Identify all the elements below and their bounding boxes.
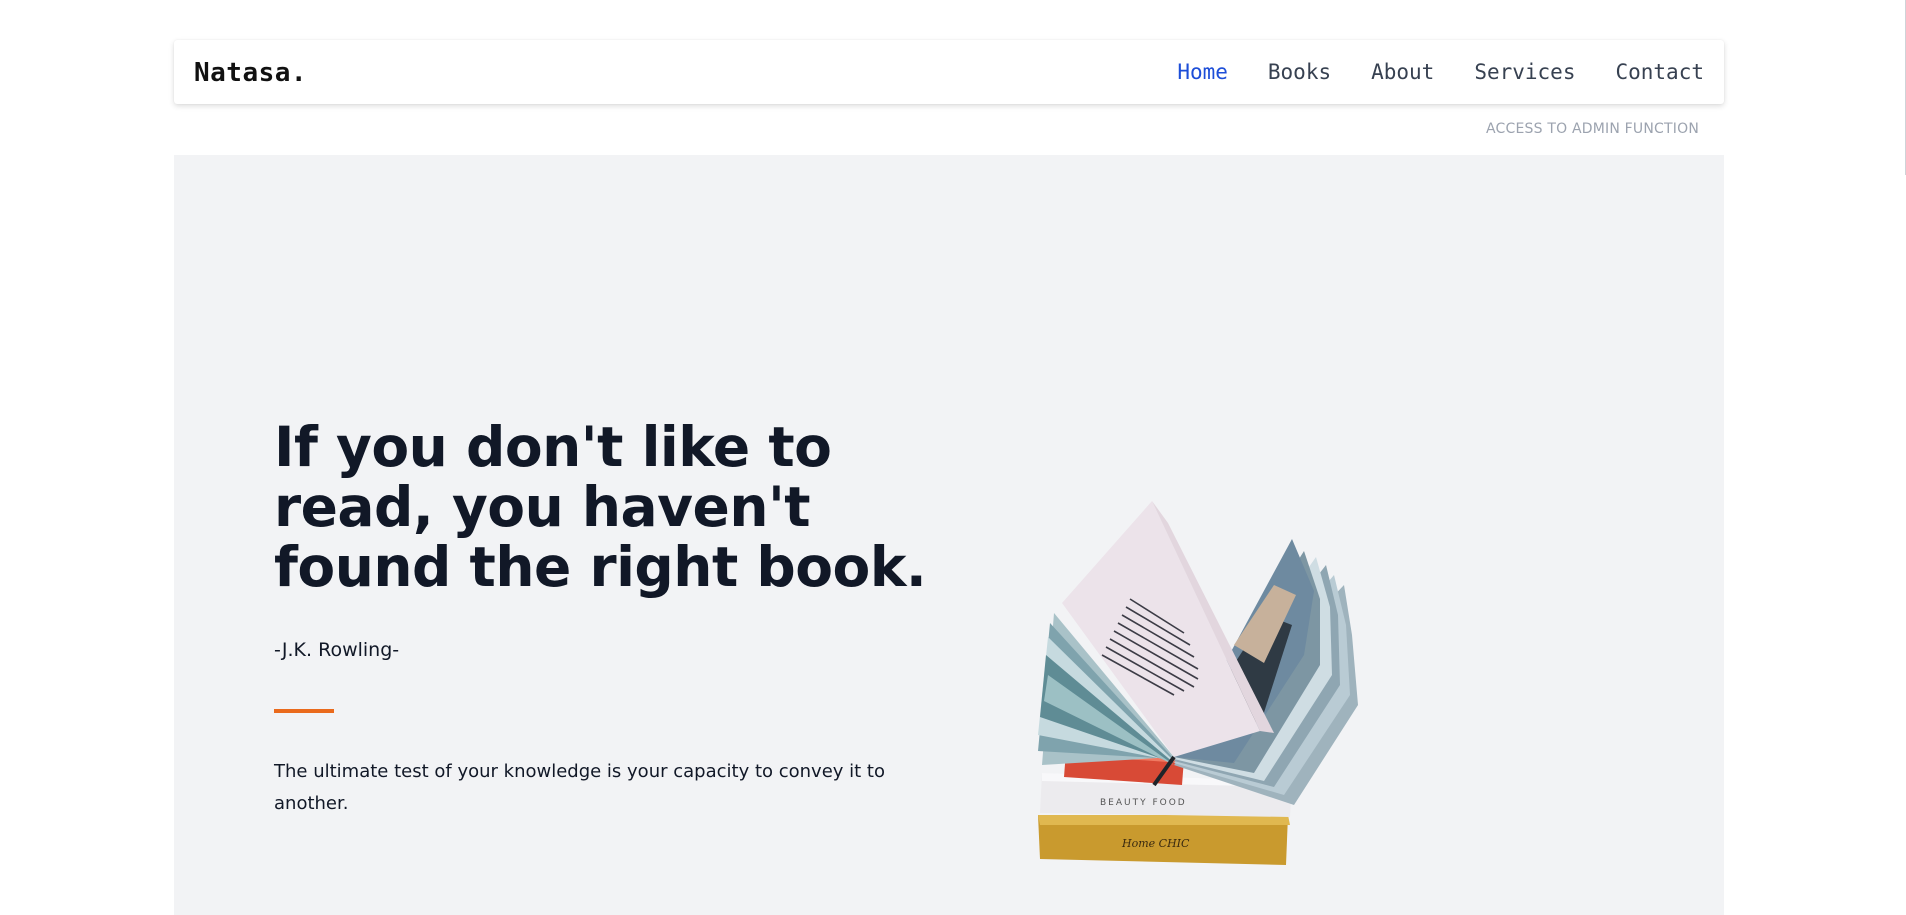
hero-section: If you don't like to read, you haven't f…	[174, 155, 1724, 915]
book-spine-label-beauty-food: BEAUTY FOOD	[1100, 798, 1187, 808]
top-navbar: Natasa. Home Books About Services Contac…	[174, 40, 1724, 104]
nav-link-books[interactable]: Books	[1268, 58, 1331, 86]
open-book-stack-illustration: Home CHIC BEAUTY FOOD	[1038, 501, 1358, 865]
nav-link-home[interactable]: Home	[1177, 58, 1228, 86]
nav-link-contact[interactable]: Contact	[1615, 58, 1704, 86]
nav-links: Home Books About Services Contact	[1177, 58, 1704, 86]
book-spine-label-home-chic: Home CHIC	[1121, 837, 1190, 850]
quote-author: -J.K. Rowling-	[274, 639, 400, 661]
nav-link-services[interactable]: Services	[1474, 58, 1575, 86]
hero-body-text: The ultimate test of your knowledge is y…	[274, 761, 885, 814]
nav-link-about[interactable]: About	[1371, 58, 1434, 86]
book-bottom-yellow: Home CHIC	[1038, 815, 1290, 865]
accent-divider	[274, 709, 334, 713]
admin-function-link[interactable]: ACCESS TO ADMIN FUNCTION	[1486, 121, 1699, 137]
brand-logo[interactable]: Natasa.	[194, 57, 307, 89]
hero-headline: If you don't like to read, you haven't f…	[274, 415, 927, 599]
page: Natasa. Home Books About Services Contac…	[0, 0, 1906, 915]
